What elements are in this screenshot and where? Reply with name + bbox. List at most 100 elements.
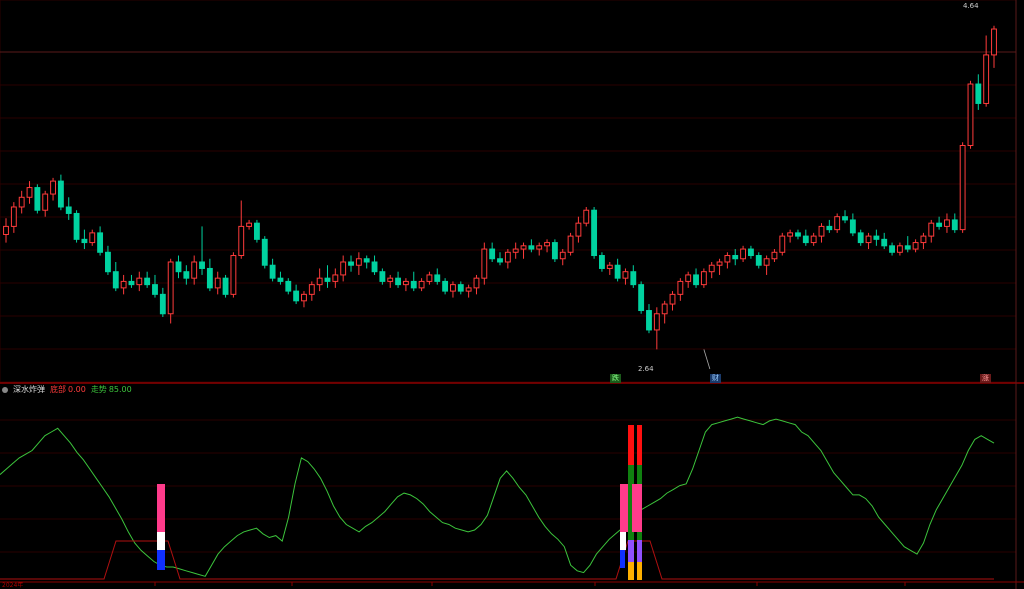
indicator-header: 深水炸弹 底部 0.00 走势 85.00: [2, 385, 137, 395]
candle-body: [340, 261, 347, 276]
candle-body: [638, 284, 645, 312]
candle-body: [97, 232, 104, 253]
candle-body: [708, 264, 715, 273]
candle-body: [316, 277, 323, 286]
candle-body: [795, 232, 801, 237]
candle-body: [426, 274, 433, 282]
signal-bar: [628, 562, 634, 580]
candle-body: [614, 264, 621, 279]
candle-body: [936, 222, 943, 227]
candle-body: [975, 83, 982, 104]
candle-body: [826, 225, 833, 231]
candle-body: [873, 235, 880, 240]
main-panel-frame: [0, 0, 1017, 383]
candle-body: [606, 264, 613, 269]
candle-body: [379, 271, 386, 282]
candle-body: [920, 235, 927, 244]
candle-body: [144, 277, 151, 286]
candle-body: [465, 287, 472, 292]
candle-body: [167, 261, 174, 315]
candle-body: [528, 245, 535, 250]
candle-body: [591, 209, 598, 257]
candle-body: [308, 284, 315, 295]
candle-body: [677, 280, 684, 295]
signal-bar: [632, 484, 642, 532]
candle-body: [206, 267, 213, 289]
candle-body: [991, 28, 997, 56]
candle-body: [191, 261, 198, 279]
candle-body: [904, 245, 911, 250]
candle-body: [136, 277, 143, 286]
candle-body: [355, 258, 362, 266]
candle-body: [34, 187, 41, 211]
candle-body: [944, 219, 950, 227]
candle-body: [551, 242, 558, 260]
signal-bar: [637, 562, 642, 580]
candle-body: [842, 216, 848, 221]
candle-body: [881, 238, 888, 247]
candle-body: [253, 222, 260, 240]
candle-body: [3, 225, 9, 235]
candle-body: [214, 277, 221, 289]
candle-body: [912, 242, 919, 250]
marker-zhang[interactable]: 涨: [980, 374, 991, 383]
candle-body: [402, 280, 409, 286]
candle-body: [152, 284, 158, 295]
candle-body: [89, 232, 96, 244]
candle-body: [653, 313, 660, 331]
candle-body: [575, 222, 582, 237]
indicator-param2-label: 走势: [90, 385, 107, 394]
signal-bar: [157, 532, 165, 550]
candle-body: [73, 212, 80, 240]
candle-body: [889, 245, 895, 253]
candle-body: [724, 255, 731, 263]
candle-body: [395, 277, 401, 286]
indicator-name[interactable]: 深水炸弹: [13, 385, 45, 394]
candle-body: [230, 255, 237, 295]
candle-body: [324, 277, 331, 282]
candle-body: [269, 264, 276, 279]
signal-bar: [637, 425, 642, 465]
candle-body: [277, 277, 284, 282]
candle-body: [693, 274, 699, 286]
candle-body: [332, 274, 339, 282]
marker-die[interactable]: 跌: [610, 374, 621, 383]
candle-body: [128, 280, 135, 286]
candle-body: [755, 255, 762, 266]
low-price-label: 2.64: [638, 365, 654, 373]
candle-body: [928, 222, 935, 237]
candle-body: [65, 206, 72, 214]
candle-body: [81, 238, 88, 244]
candle-body: [418, 280, 425, 289]
candle-body: [646, 310, 652, 331]
candle-body: [120, 280, 127, 289]
candle-body: [951, 219, 958, 231]
candle-body: [983, 54, 990, 104]
x-axis-year-label: 2024年: [2, 582, 24, 589]
candle-body: [348, 261, 354, 266]
signal-bar: [628, 540, 634, 562]
signal-bar: [157, 484, 165, 532]
signal-bar: [157, 550, 165, 570]
candle-body: [865, 235, 872, 244]
candle-body: [544, 242, 550, 247]
candle-body: [622, 271, 629, 279]
indicator-settings-icon[interactable]: [2, 386, 8, 393]
candle-body: [747, 248, 754, 257]
candle-body: [700, 271, 707, 286]
candle-body: [175, 261, 182, 273]
candle-body: [661, 303, 668, 315]
candle-body: [818, 225, 825, 237]
candle-body: [489, 248, 496, 260]
candle-body: [105, 251, 111, 273]
candle-body: [583, 209, 590, 224]
candle-body: [222, 277, 229, 295]
candle-body: [512, 248, 519, 253]
marker-cai[interactable]: 财: [710, 374, 721, 383]
candle-body: [740, 248, 747, 260]
candle-body: [246, 222, 253, 227]
signal-bar: [620, 550, 625, 568]
candle-body: [520, 245, 527, 250]
indicator-param1-value: 0.00: [68, 385, 86, 394]
candle-body: [834, 216, 841, 231]
